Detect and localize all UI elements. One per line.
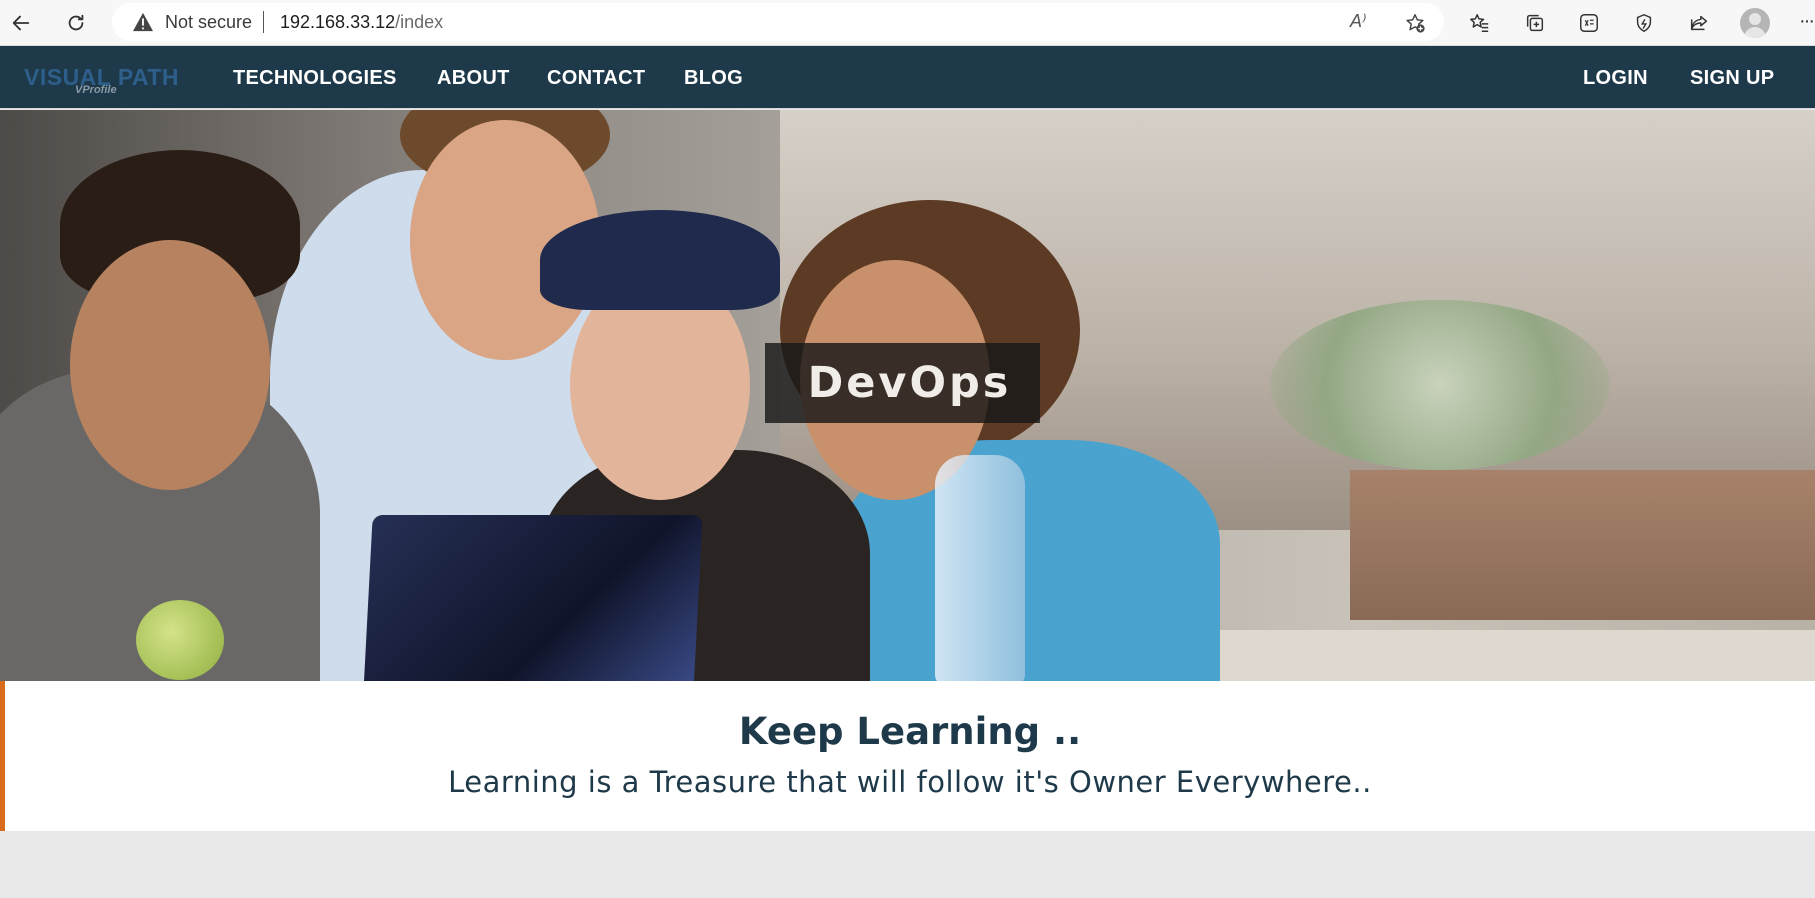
hero-banner: DevOps (0, 110, 1815, 681)
hero-label-box: DevOps (765, 343, 1040, 423)
site-navbar: VISUAL PATH VProfile TECHNOLOGIES ABOUT … (0, 46, 1815, 109)
nav-contact[interactable]: CONTACT (547, 67, 645, 90)
collections-icon[interactable] (1518, 6, 1552, 40)
nav-login[interactable]: LOGIN (1583, 67, 1648, 90)
hero-person-1-face (70, 240, 270, 490)
refresh-icon[interactable] (59, 6, 93, 40)
hero-person-3-hat (540, 210, 780, 310)
tagline-subtitle: Learning is a Treasure that will follow … (448, 765, 1372, 799)
share-icon[interactable] (1682, 6, 1716, 40)
tagline-title: Keep Learning .. (738, 710, 1082, 753)
hero-water-bottle (935, 455, 1025, 681)
hero-label-text: DevOps (807, 358, 1012, 408)
browser-toolbar: Not secure 192.168.33.12/index A⁾ ··· (0, 0, 1815, 46)
nav-about[interactable]: ABOUT (437, 67, 510, 90)
hero-background-wall (1350, 470, 1815, 620)
math-solver-icon[interactable] (1572, 6, 1606, 40)
url-host: 192.168.33.12 (280, 12, 396, 32)
favorites-icon[interactable] (1462, 6, 1496, 40)
hero-apple (136, 600, 224, 680)
hero-laptop (363, 515, 703, 681)
tagline-panel: Keep Learning .. Learning is a Treasure … (0, 681, 1815, 831)
nav-signup[interactable]: SIGN UP (1690, 67, 1774, 90)
back-arrow-icon[interactable] (4, 6, 38, 40)
address-bar[interactable]: Not secure 192.168.33.12/index A⁾ (112, 3, 1444, 41)
profile-avatar-icon[interactable] (1740, 8, 1770, 38)
url-text[interactable]: 192.168.33.12/index (280, 12, 443, 33)
security-label[interactable]: Not secure (165, 12, 252, 33)
url-path: /index (395, 12, 444, 32)
browser-essentials-icon[interactable] (1627, 6, 1661, 40)
brand-subtitle: VProfile (75, 84, 117, 96)
nav-technologies[interactable]: TECHNOLOGIES (233, 67, 397, 90)
warning-icon[interactable] (132, 12, 154, 32)
hero-background-bush (1270, 300, 1610, 470)
read-aloud-icon[interactable]: A⁾ (1350, 11, 1366, 32)
page-background (0, 831, 1815, 898)
address-separator (263, 11, 264, 33)
nav-blog[interactable]: BLOG (684, 67, 743, 90)
more-options-icon[interactable]: ··· (1799, 10, 1815, 33)
add-favorite-icon[interactable] (1402, 10, 1428, 36)
